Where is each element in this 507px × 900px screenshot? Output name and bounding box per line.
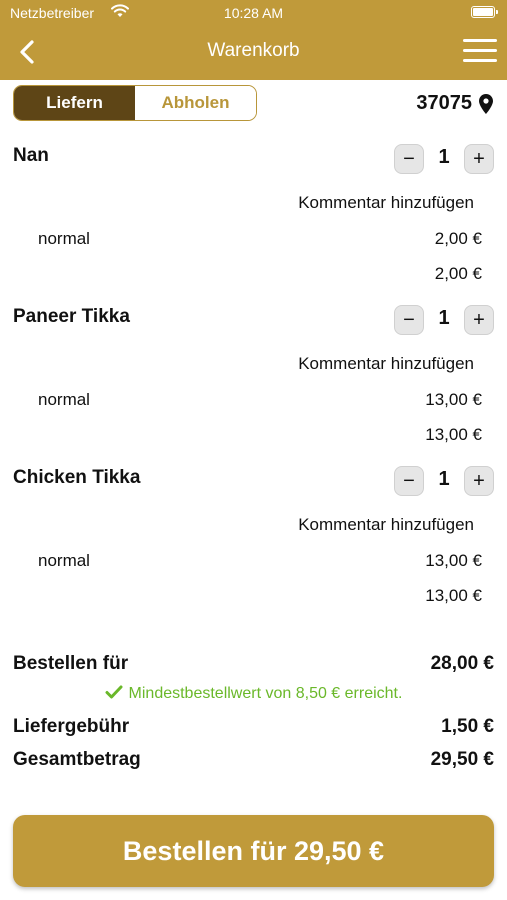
place-order-button[interactable]: Bestellen für 29,50 € bbox=[13, 815, 494, 887]
checkmark-icon bbox=[105, 685, 123, 699]
quantity-value: 1 bbox=[438, 307, 450, 329]
item-variant: normal bbox=[38, 551, 90, 570]
subtotal-label: Bestellen für bbox=[13, 653, 129, 674]
battery-icon bbox=[471, 6, 498, 18]
postcode-value: 37075 bbox=[416, 92, 472, 114]
minimum-order-text: Mindestbestellwert von 8,50 € erreicht. bbox=[128, 685, 403, 702]
item-variant: normal bbox=[38, 390, 90, 409]
delivery-fee-label: Liefergebühr bbox=[13, 716, 130, 737]
cart-item-name: Paneer Tikka bbox=[13, 306, 130, 327]
item-variant: normal bbox=[38, 229, 90, 248]
variant-price: 13,00 € bbox=[425, 390, 482, 409]
page-title: Warenkorb bbox=[207, 40, 300, 61]
quantity-value: 1 bbox=[438, 146, 450, 168]
add-comment-link[interactable]: Kommentar hinzufügen bbox=[298, 193, 474, 213]
subtotal-value: 28,00 € bbox=[430, 653, 494, 674]
item-total: 2,00 € bbox=[434, 264, 482, 283]
quantity-stepper: − 1 + bbox=[394, 466, 494, 496]
decrease-button[interactable]: − bbox=[394, 305, 424, 335]
tab-pickup[interactable]: Abholen bbox=[135, 86, 256, 120]
minimum-order-note: Mindestbestellwert von 8,50 € erreicht. bbox=[0, 685, 507, 703]
add-comment-link[interactable]: Kommentar hinzufügen bbox=[298, 354, 474, 374]
postcode-selector[interactable]: 37075 bbox=[416, 92, 493, 115]
item-total: 13,00 € bbox=[425, 425, 482, 444]
variant-price: 13,00 € bbox=[425, 551, 482, 570]
clock: 10:28 AM bbox=[223, 5, 284, 21]
cart-item-name: Chicken Tikka bbox=[13, 467, 141, 488]
increase-button[interactable]: + bbox=[464, 305, 494, 335]
quantity-value: 1 bbox=[438, 468, 450, 490]
increase-button[interactable]: + bbox=[464, 144, 494, 174]
hamburger-menu-icon[interactable] bbox=[463, 39, 497, 65]
quantity-stepper: − 1 + bbox=[394, 144, 494, 174]
total-label: Gesamtbetrag bbox=[13, 749, 141, 770]
total-value: 29,50 € bbox=[430, 749, 494, 770]
status-bar: Netzbetreiber 10:28 AM bbox=[0, 0, 507, 26]
nav-bar: Warenkorb bbox=[0, 26, 507, 80]
delivery-mode-toggle: Liefern Abholen bbox=[13, 85, 257, 121]
decrease-button[interactable]: − bbox=[394, 466, 424, 496]
decrease-button[interactable]: − bbox=[394, 144, 424, 174]
increase-button[interactable]: + bbox=[464, 466, 494, 496]
variant-price: 2,00 € bbox=[434, 229, 482, 248]
delivery-fee-value: 1,50 € bbox=[441, 716, 494, 737]
item-total: 13,00 € bbox=[425, 586, 482, 605]
tab-deliver[interactable]: Liefern bbox=[14, 86, 135, 120]
quantity-stepper: − 1 + bbox=[394, 305, 494, 335]
add-comment-link[interactable]: Kommentar hinzufügen bbox=[298, 515, 474, 535]
location-pin-icon bbox=[479, 93, 493, 114]
cart-item-name: Nan bbox=[13, 145, 49, 166]
